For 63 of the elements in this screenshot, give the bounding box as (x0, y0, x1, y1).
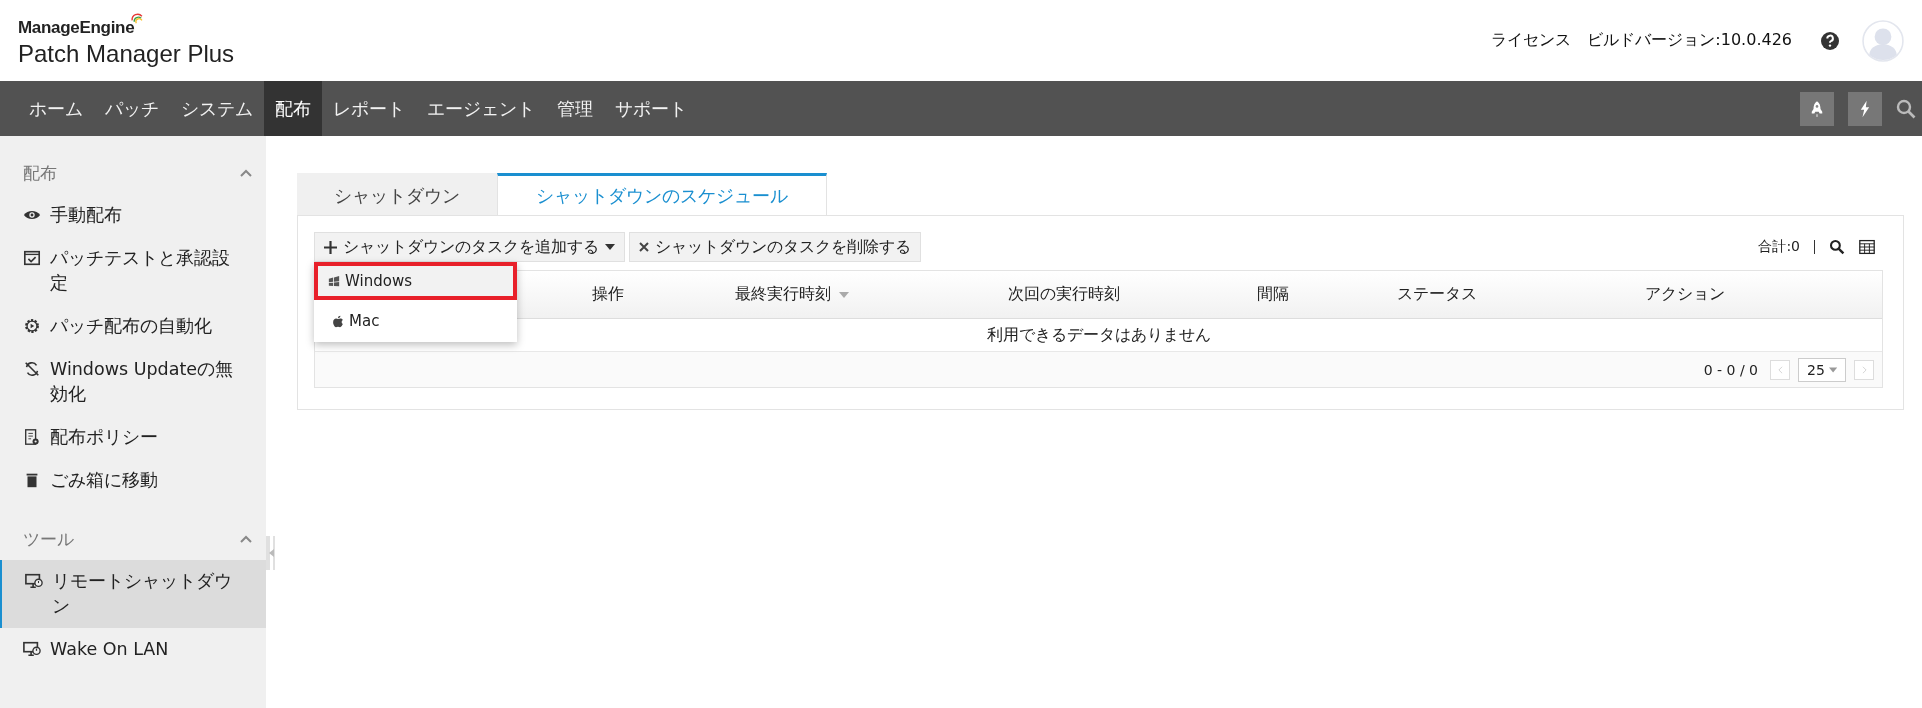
document-gear-icon (23, 428, 41, 446)
sort-icon[interactable] (839, 291, 849, 298)
chevron-right-icon (1861, 365, 1867, 374)
sync-off-icon (23, 360, 41, 378)
sidebar-item[interactable]: 配布ポリシー (0, 416, 266, 459)
chevron-icon[interactable] (240, 169, 252, 177)
header-link[interactable]: ビルドバージョン:10.0.426 (1587, 30, 1792, 51)
section-title: 配布 (23, 161, 57, 185)
section-title: ツール (23, 527, 74, 551)
page-range: 0 - 0 / 0 (1703, 361, 1758, 378)
tab[interactable]: シャットダウン (297, 173, 497, 215)
apple-icon (332, 314, 344, 328)
columns-grid-icon[interactable] (1859, 239, 1875, 255)
page-size-select[interactable]: 25 (1798, 357, 1846, 382)
add-task-button[interactable]: シャットダウンのタスクを追加する (314, 232, 625, 262)
rocket-button[interactable] (1800, 91, 1834, 126)
sidebar-item[interactable]: リモートシャットダウン (0, 560, 266, 628)
product-name: Patch Manager Plus (18, 39, 235, 68)
gear-icon (23, 317, 41, 335)
sidebar-item[interactable]: 手動配布 (0, 194, 266, 237)
nav-tab[interactable]: サポート (604, 81, 698, 136)
close-icon (639, 242, 649, 252)
column-header[interactable]: 最終実行時刻 (735, 284, 831, 305)
chevron-icon[interactable] (240, 535, 252, 543)
caret-icon (1828, 366, 1837, 373)
empty-message: 利用できるデータはありません (986, 324, 1211, 346)
nav-tab[interactable]: ホーム (18, 81, 94, 136)
column-header[interactable]: ステータス (1397, 284, 1477, 305)
help-icon[interactable] (1820, 30, 1840, 51)
total-count: 合計:0 (1758, 238, 1800, 256)
menu-item[interactable]: Mac (314, 300, 517, 342)
resize-handle[interactable] (266, 536, 276, 570)
search-icon[interactable] (1829, 239, 1845, 255)
sidebar-item[interactable]: Windows Updateの無効化 (0, 348, 266, 416)
nav-tab[interactable]: エージェント (416, 81, 546, 136)
windows-icon (328, 274, 340, 288)
caret-icon (605, 244, 615, 250)
nav-tab[interactable]: パッチ (94, 81, 170, 136)
sidebar-item[interactable]: ごみ箱に移動 (0, 459, 266, 502)
lightning-icon (1860, 99, 1870, 118)
column-header[interactable]: 間隔 (1257, 284, 1289, 305)
nav-tab[interactable]: システム (170, 81, 264, 136)
nav-tab[interactable]: 配布 (264, 81, 322, 136)
window-check-icon (23, 249, 41, 267)
nav-tab[interactable]: 管理 (546, 81, 604, 136)
sidebar-item[interactable]: パッチ配布の自動化 (0, 305, 266, 348)
sidebar-item[interactable]: Wake On LAN (0, 628, 266, 671)
tab[interactable]: シャットダウンのスケジュール (497, 173, 827, 215)
delete-task-button[interactable]: シャットダウンのタスクを削除する (629, 232, 921, 262)
rocket-icon (1810, 99, 1824, 118)
monitor-clock-icon (25, 572, 43, 590)
sidebar-item[interactable]: パッチテストと承認設定 (0, 237, 266, 305)
brand-name: ManageEngine (18, 17, 135, 38)
column-header[interactable]: 次回の実行時刻 (1008, 284, 1120, 305)
menu-item[interactable]: Windows (314, 262, 517, 300)
lightning-button[interactable] (1848, 91, 1882, 126)
column-header[interactable]: 操作 (592, 284, 624, 305)
header-link[interactable]: ライセンス (1491, 30, 1572, 51)
plus-icon (324, 240, 337, 254)
chevron-left-icon (1777, 365, 1783, 374)
column-header[interactable]: アクション (1645, 284, 1725, 305)
monitor-power-icon (23, 640, 41, 658)
nav-tab[interactable]: レポート (322, 81, 416, 136)
